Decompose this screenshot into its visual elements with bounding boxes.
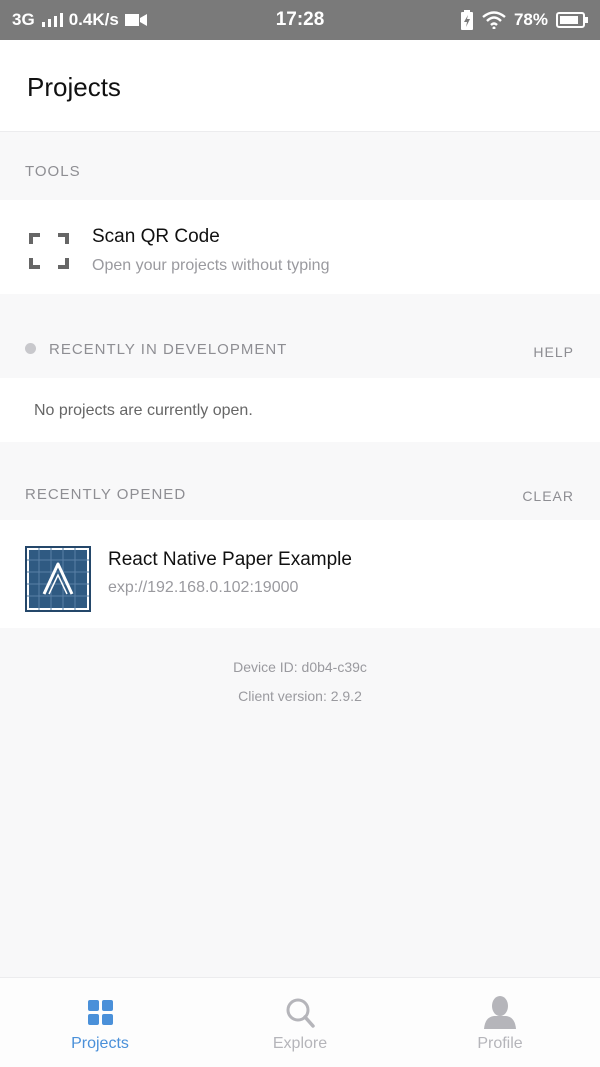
- help-button[interactable]: HELP: [533, 344, 574, 360]
- battery-charging-icon: [460, 10, 474, 30]
- app-header: Projects: [0, 40, 600, 132]
- status-dot-icon: [25, 343, 36, 354]
- page-title: Projects: [27, 72, 121, 102]
- project-title[interactable]: React Native Paper Example: [108, 549, 352, 571]
- recent-opened-section-label: RECENTLY OPENED: [25, 486, 187, 503]
- device-id: Device ID: d0b4-c39c: [233, 659, 367, 675]
- tab-profile[interactable]: Profile: [400, 978, 600, 1067]
- scan-qr-title[interactable]: Scan QR Code: [92, 226, 220, 248]
- grid-icon: [80, 995, 120, 1031]
- tab-profile-label: Profile: [477, 1035, 523, 1052]
- wifi-icon: [482, 11, 506, 29]
- scan-qr-row[interactable]: [0, 200, 600, 294]
- scan-qr-subtitle: Open your projects without typing: [92, 257, 330, 274]
- tools-section-label: TOOLS: [25, 163, 81, 180]
- user-icon: [480, 995, 520, 1031]
- search-icon: [280, 995, 320, 1031]
- tab-explore[interactable]: Explore: [200, 978, 400, 1067]
- empty-state-text: No projects are currently open.: [34, 402, 253, 419]
- bottom-tab-bar: Projects Explore Profile: [0, 977, 600, 1067]
- tab-projects[interactable]: Projects: [0, 978, 200, 1067]
- clear-button[interactable]: CLEAR: [522, 488, 574, 504]
- tab-explore-label: Explore: [272, 1035, 328, 1052]
- project-url: exp://192.168.0.102:19000: [108, 579, 299, 596]
- battery-percent: 78%: [513, 10, 548, 29]
- status-bar: 3G 0.4K/s 17:28 78%: [0, 0, 600, 40]
- client-version: Client version: 2.9.2: [238, 688, 362, 704]
- tab-projects-label: Projects: [71, 1035, 129, 1052]
- project-thumbnail-icon: [25, 546, 91, 612]
- scan-qr-icon: [29, 233, 69, 269]
- battery-icon: [556, 12, 588, 28]
- recent-dev-section-label: RECENTLY IN DEVELOPMENT: [49, 341, 288, 358]
